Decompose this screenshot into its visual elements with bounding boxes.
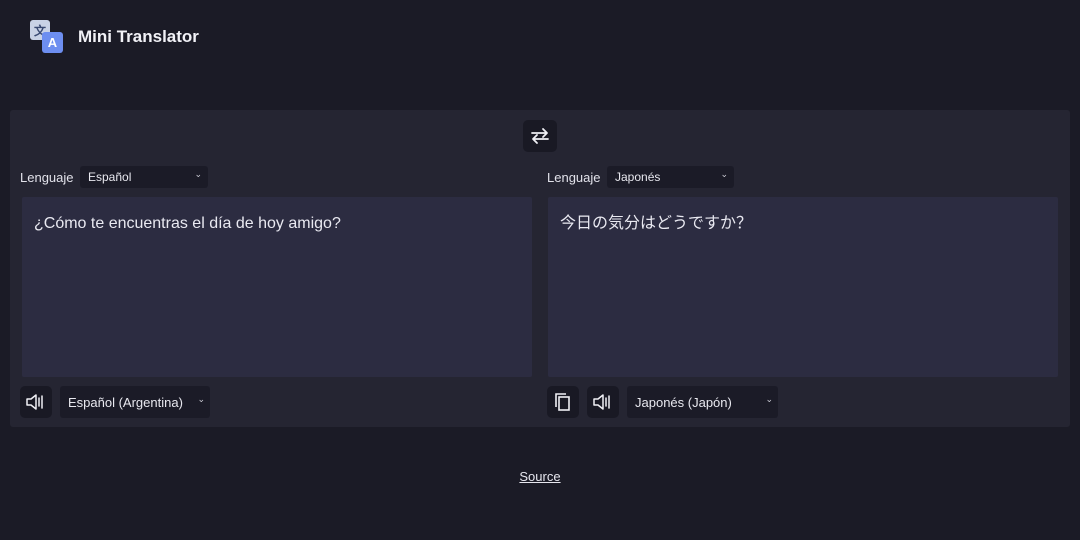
source-text-input[interactable]: ¿Cómo te encuentras el día de hoy amigo? [22, 197, 532, 377]
target-side: Lenguaje Japonés ⌄ 今日の気分はどうですか？ Japonés … [547, 166, 1059, 418]
speaker-icon [593, 394, 610, 410]
source-language-select[interactable]: Español ⌄ [80, 166, 208, 188]
swap-arrows-icon [531, 128, 549, 144]
target-speak-button[interactable] [587, 386, 619, 418]
target-language-row: Lenguaje Japonés ⌄ [547, 166, 1059, 188]
target-language-value: Japonés [615, 170, 661, 184]
app-title: Mini Translator [78, 27, 199, 46]
target-language-label: Lenguaje [547, 169, 601, 185]
chevron-down-icon: ⌄ [720, 169, 728, 179]
target-controls: Japonés (Japón) ⌄ [547, 386, 1059, 418]
source-language-label: Lenguaje [20, 169, 74, 185]
translate-logo-icon: 文 A [30, 20, 64, 54]
source-controls: Español (Argentina) ⌄ [20, 386, 532, 418]
source-voice-value: Español (Argentina) [68, 394, 183, 410]
chevron-down-icon: ⌄ [197, 394, 205, 404]
target-voice-value: Japonés (Japón) [635, 394, 732, 410]
target-text-output: 今日の気分はどうですか？ [548, 197, 1058, 377]
target-language-select[interactable]: Japonés ⌄ [607, 166, 734, 188]
translator-panel: Lenguaje Español ⌄ ¿Cómo te encuentras e… [10, 110, 1070, 427]
speaker-icon [26, 394, 43, 410]
source-link[interactable]: Source [519, 469, 560, 484]
copy-icon [555, 393, 570, 411]
source-speak-button[interactable] [20, 386, 52, 418]
app-header: 文 A Mini Translator [30, 20, 199, 54]
footer: Source [0, 468, 1080, 486]
source-language-value: Español [88, 170, 132, 184]
source-voice-select[interactable]: Español (Argentina) ⌄ [60, 386, 210, 418]
copy-button[interactable] [547, 386, 579, 418]
source-language-row: Lenguaje Español ⌄ [20, 166, 532, 188]
chevron-down-icon: ⌄ [194, 169, 202, 179]
swap-languages-button[interactable] [523, 120, 557, 152]
source-side: Lenguaje Español ⌄ ¿Cómo te encuentras e… [20, 166, 532, 418]
target-voice-select[interactable]: Japonés (Japón) ⌄ [627, 386, 778, 418]
chevron-down-icon: ⌄ [765, 394, 773, 404]
